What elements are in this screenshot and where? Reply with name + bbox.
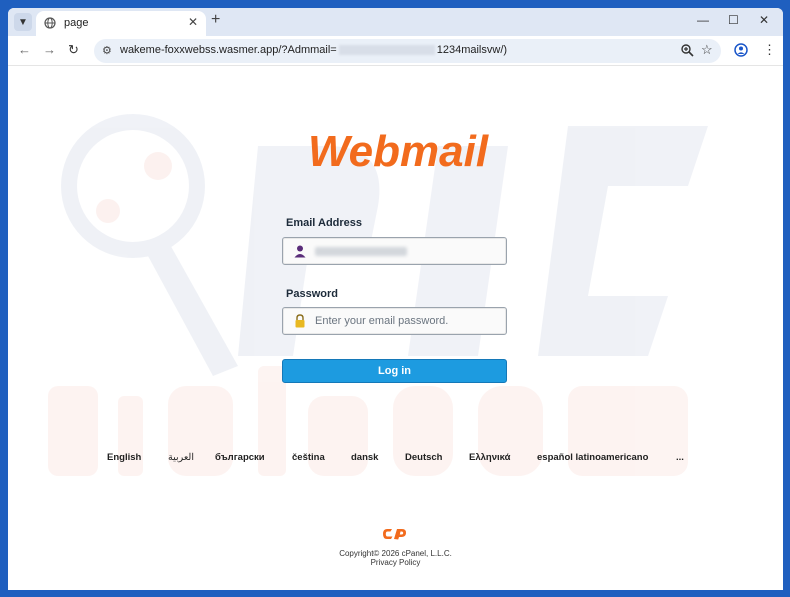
reload-icon[interactable]: ↻ [68,42,79,58]
language-link[interactable]: čeština [292,452,325,463]
minimize-icon[interactable]: — [697,13,709,27]
browser-toolbar: ← → ↻ ⚙ wakeme-foxxwebss.wasmer.app/?Adm… [8,36,783,66]
privacy-policy-link[interactable]: Privacy Policy [8,558,783,567]
more-languages-link[interactable]: ... [676,452,684,463]
globe-icon [44,17,56,29]
tab-search-button[interactable]: ▼ [14,13,32,31]
language-link[interactable]: български [215,452,265,463]
maximize-icon[interactable]: ☐ [728,13,739,27]
password-label: Password [286,288,338,300]
lock-icon [295,314,305,328]
language-link[interactable]: العربية [168,452,194,463]
forward-icon[interactable]: → [43,42,56,57]
url-text: wakeme-foxxwebss.wasmer.app/?Admmail= 123… [120,44,508,56]
language-link[interactable]: English [107,452,141,463]
site-info-icon[interactable]: ⚙ [102,44,112,57]
close-tab-icon[interactable]: ✕ [188,15,198,29]
language-link[interactable]: dansk [351,452,378,463]
profile-icon[interactable] [734,43,748,57]
language-link[interactable]: Ελληνικά [469,452,510,463]
login-button[interactable]: Log in [282,359,507,383]
password-field[interactable] [282,307,507,335]
copyright-text: Copyright© 2026 cPanel, L.L.C. [339,549,452,558]
close-window-icon[interactable]: ✕ [759,13,769,27]
svg-text:Webmail: Webmail [308,127,489,174]
webmail-logo: Webmail [308,127,489,174]
browser-window: ▼ page ✕ + — ☐ ✕ ← → ↻ ⚙ wakeme-foxxwebs… [8,8,783,590]
email-value [315,247,407,256]
address-bar[interactable]: ⚙ wakeme-foxxwebss.wasmer.app/?Admmail= 1… [94,39,721,63]
menu-dots-icon[interactable]: ⋮ [763,42,776,58]
tab-title: page [64,17,89,29]
zoom-icon[interactable] [680,43,694,57]
webmail-page: Webmail Email Address Password Log in En… [8,66,783,590]
bookmark-star-icon[interactable]: ☆ [701,42,713,58]
cpanel-logo [383,529,407,540]
user-icon [294,245,306,258]
back-icon[interactable]: ← [18,42,31,57]
active-tab[interactable]: page ✕ [36,11,206,36]
password-input[interactable] [315,313,500,329]
tab-bar: ▼ page ✕ + — ☐ ✕ [8,8,783,36]
new-tab-button[interactable]: + [211,11,220,29]
email-field[interactable] [282,237,507,265]
language-link[interactable]: español latinoamericano [537,452,648,463]
email-label: Email Address [286,217,363,229]
language-link[interactable]: Deutsch [405,452,442,463]
